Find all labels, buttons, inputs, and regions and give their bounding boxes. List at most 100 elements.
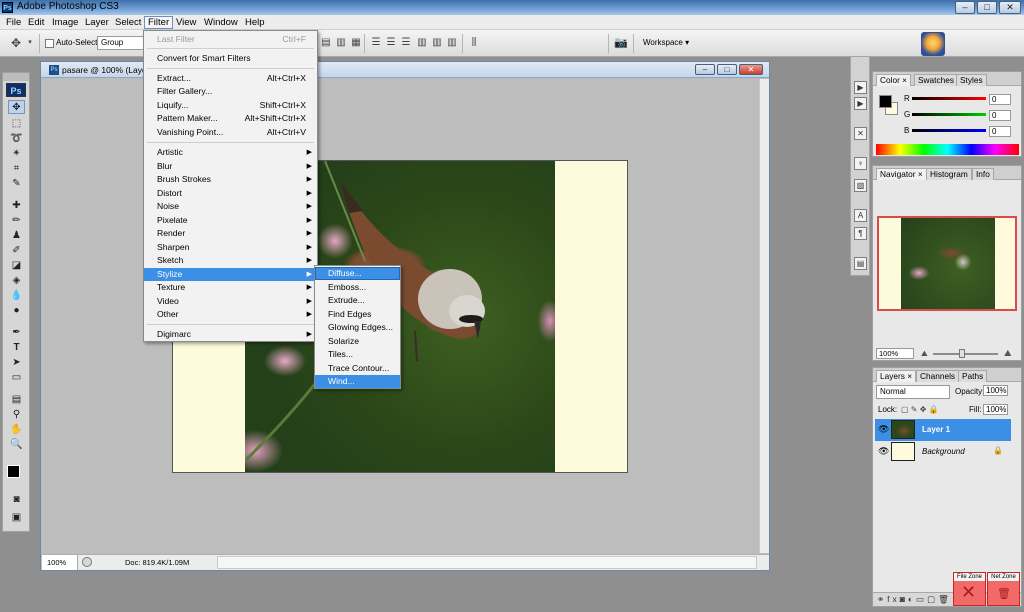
menu-image[interactable]: Image [49, 16, 81, 29]
new-layer-icon[interactable]: ▢ [927, 594, 938, 604]
blend-mode-dropdown[interactable]: Normal [876, 385, 950, 399]
menu-item-find-edges[interactable]: Find Edges [315, 308, 400, 321]
menu-item-pattern-maker[interactable]: Pattern Maker... Alt+Shift+Ctrl+X [144, 112, 317, 125]
auto-select-dropdown[interactable]: Group [97, 36, 145, 50]
layer-style-icon[interactable]: fx [887, 594, 900, 604]
distribute-right-icon[interactable]: ▥ [446, 37, 458, 49]
marquee-tool-icon[interactable]: ⬚ [8, 117, 25, 131]
file-zone[interactable]: File Zone ✕ [953, 572, 986, 606]
visibility-eye-icon[interactable]: 👁 [878, 424, 889, 435]
menu-item-filter-gallery[interactable]: Filter Gallery... [144, 85, 317, 98]
doc-minimize-button[interactable]: – [695, 64, 715, 75]
pen-tool-icon[interactable]: ✒ [8, 326, 25, 340]
navigator-preview[interactable] [877, 216, 1017, 311]
close-button[interactable]: ✕ [999, 1, 1021, 14]
green-value-field[interactable]: 0 [989, 110, 1011, 121]
menu-item-trace-contour[interactable]: Trace Contour... [315, 362, 400, 375]
hand-tool-icon[interactable]: ✋ [8, 423, 25, 437]
tab-color[interactable]: Color × [876, 74, 911, 86]
menu-item-sharpen[interactable]: Sharpen ▶ [144, 241, 317, 254]
close-tab-icon[interactable]: × [918, 169, 923, 179]
align-middle-icon[interactable]: ▥ [335, 37, 347, 49]
close-tab-icon[interactable]: × [902, 75, 907, 85]
color-ramp[interactable] [876, 144, 1019, 155]
tab-styles[interactable]: Styles [956, 74, 987, 86]
menu-item-vanishing-point[interactable]: Vanishing Point... Alt+Ctrl+V [144, 126, 317, 139]
zoom-in-icon[interactable]: ⛰ [1004, 348, 1012, 359]
shape-tool-icon[interactable]: ▭ [8, 371, 25, 385]
tab-layers[interactable]: Layers × [876, 370, 917, 382]
tab-paths[interactable]: Paths [958, 370, 988, 382]
play-action-icon[interactable]: ▶ [854, 81, 867, 94]
layer-1-name[interactable]: Layer 1 [922, 425, 950, 434]
minimize-button[interactable]: – [955, 1, 975, 14]
bridge-icon[interactable]: 📷 [614, 37, 628, 49]
brush-tool-icon[interactable]: ✏ [8, 214, 25, 228]
menu-file[interactable]: File [3, 16, 24, 29]
red-value-field[interactable]: 0 [989, 94, 1011, 105]
tab-swatches[interactable]: Swatches [914, 74, 958, 86]
menu-item-sketch[interactable]: Sketch ▶ [144, 254, 317, 267]
history-brush-icon[interactable]: ✐ [8, 244, 25, 258]
menu-item-extrude[interactable]: Extrude... [315, 294, 400, 307]
menu-item-render[interactable]: Render ▶ [144, 227, 317, 240]
visibility-eye-icon[interactable]: 👁 [878, 446, 889, 457]
menu-item-last-filter[interactable]: Last Filter Ctrl+F [144, 33, 317, 46]
tab-navigator[interactable]: Navigator × [876, 168, 927, 180]
slice-tool-icon[interactable]: ✎ [8, 177, 25, 191]
menu-item-brush-strokes[interactable]: Brush Strokes ▶ [144, 173, 317, 186]
zoom-tool-icon[interactable]: 🔍 [8, 438, 25, 452]
navigator-zoom-field[interactable]: 100% [876, 348, 914, 359]
healing-brush-icon[interactable]: ✚ [8, 199, 25, 213]
blue-slider[interactable] [912, 129, 986, 132]
distribute-center-icon[interactable]: ▥ [431, 37, 443, 49]
foreground-color-box[interactable] [879, 95, 892, 108]
distribute-middle-icon[interactable]: ☰ [385, 37, 397, 49]
tab-histogram[interactable]: Histogram [926, 168, 972, 180]
chevron-down-icon[interactable]: ▾ [24, 37, 36, 49]
layer-mask-icon[interactable]: ◙ [900, 594, 908, 604]
green-slider[interactable] [912, 113, 986, 116]
menu-item-artistic[interactable]: Artistic ▶ [144, 146, 317, 159]
auto-select-checkbox[interactable] [45, 39, 54, 48]
brushes-icon[interactable]: ▧ [854, 179, 867, 192]
auto-align-icon[interactable]: ⫼ [468, 37, 480, 49]
menu-item-diffuse[interactable]: Diffuse... [315, 267, 400, 280]
lock-options-icon[interactable]: ▢ ✎ ✥ 🔒 [901, 405, 939, 414]
clone-source-icon[interactable]: ♆ [854, 157, 867, 170]
character-icon[interactable]: A [854, 209, 867, 222]
lasso-tool-icon[interactable]: ➰ [8, 132, 25, 146]
adobe-logo-icon[interactable] [921, 32, 945, 56]
menu-item-liquify[interactable]: Liquify... Shift+Ctrl+X [144, 99, 317, 112]
paint-bucket-icon[interactable]: ◈ [8, 274, 25, 288]
move-tool-icon[interactable]: ✥ [10, 37, 22, 49]
tab-info[interactable]: Info [972, 168, 994, 180]
blur-tool-icon[interactable]: 💧 [8, 289, 25, 303]
tab-channels[interactable]: Channels [916, 370, 960, 382]
zoom-level-field[interactable]: 100% [42, 555, 78, 570]
restore-button[interactable]: □ [977, 1, 997, 14]
foreground-color-swatch[interactable] [7, 465, 20, 478]
dodge-tool-icon[interactable]: ● [8, 304, 25, 318]
red-slider[interactable] [912, 97, 986, 100]
type-tool-icon[interactable]: T [8, 341, 25, 355]
menu-item-extract[interactable]: Extract... Alt+Ctrl+X [144, 72, 317, 85]
menu-help[interactable]: Help [242, 16, 268, 29]
notes-tool-icon[interactable]: ▤ [8, 393, 25, 407]
menu-item-distort[interactable]: Distort ▶ [144, 187, 317, 200]
eraser-tool-icon[interactable]: ◪ [8, 259, 25, 273]
distribute-left-icon[interactable]: ▥ [416, 37, 428, 49]
close-tab-icon[interactable]: × [907, 371, 912, 381]
adjustment-layer-icon[interactable]: ◐ [908, 594, 916, 604]
menu-item-digimarc[interactable]: Digimarc ▶ [144, 328, 317, 341]
status-menu-icon[interactable] [82, 557, 92, 567]
tools-panel-grip[interactable] [3, 73, 29, 81]
menu-item-glowing-edges[interactable]: Glowing Edges... [315, 321, 400, 334]
blue-value-field[interactable]: 0 [989, 126, 1011, 137]
menu-item-convert-smart-filters[interactable]: Convert for Smart Filters [144, 52, 317, 65]
menu-layer[interactable]: Layer [82, 16, 112, 29]
zoom-out-icon[interactable]: ⛰ [921, 349, 928, 359]
paragraph-icon[interactable]: ¶ [854, 227, 867, 240]
menu-item-tiles[interactable]: Tiles... [315, 348, 400, 361]
tool-presets-icon[interactable]: ✕ [854, 127, 867, 140]
